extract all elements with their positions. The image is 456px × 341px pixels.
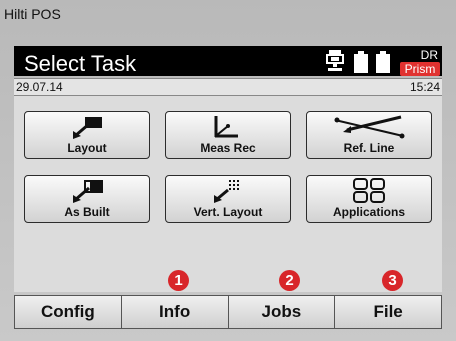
date-text: 29.07.14 (16, 80, 63, 94)
mode-prism-badge: Prism (400, 62, 440, 76)
softkey-file[interactable]: File (335, 296, 441, 328)
as-built-label: As Built (64, 205, 110, 219)
reference-line-icon (334, 115, 405, 139)
status-bar: 29.07.14 15:24 (14, 78, 442, 96)
instrument-icon (326, 49, 344, 78)
app-title: Hilti POS (4, 6, 61, 22)
meas-rec-button[interactable]: Meas Rec (165, 111, 291, 159)
vert-layout-label: Vert. Layout (193, 205, 263, 219)
vertical-layout-icon (214, 180, 239, 203)
device-screen: Hilti POS Select Task DR Prism 29.07.14 … (0, 0, 456, 341)
measure-record-icon (214, 116, 238, 138)
vert-layout-button[interactable]: Vert. Layout (165, 175, 291, 223)
callout-badge-2: 2 (279, 270, 300, 291)
page-title: Select Task (24, 51, 137, 76)
callout-badge-1: 1 (168, 270, 189, 291)
as-built-icon (73, 180, 103, 203)
ref-line-label: Ref. Line (343, 141, 395, 155)
applications-label: Applications (332, 205, 405, 219)
applications-button[interactable]: Applications (306, 175, 432, 223)
layout-button[interactable]: Layout (24, 111, 150, 159)
title-bar: Select Task DR Prism (14, 46, 442, 76)
as-built-button[interactable]: As Built (24, 175, 150, 223)
time-text: 15:24 (409, 80, 440, 94)
battery-icon (352, 51, 394, 78)
target-mode-indicator: DR Prism (400, 48, 440, 76)
task-area: Layout Meas Rec Ref. Line As Built Vert.… (14, 96, 442, 292)
softkey-jobs[interactable]: Jobs (228, 296, 336, 328)
mode-dr: DR (420, 48, 438, 62)
callout-badge-3: 3 (382, 270, 403, 291)
softkey-bar: Config Info Jobs File (14, 295, 442, 329)
meas-rec-label: Meas Rec (200, 141, 256, 155)
applications-icon (353, 178, 385, 203)
softkey-info[interactable]: Info (121, 296, 229, 328)
softkey-config[interactable]: Config (15, 296, 122, 328)
layout-label: Layout (67, 141, 107, 155)
ref-line-button[interactable]: Ref. Line (306, 111, 432, 159)
layout-icon (73, 117, 102, 139)
